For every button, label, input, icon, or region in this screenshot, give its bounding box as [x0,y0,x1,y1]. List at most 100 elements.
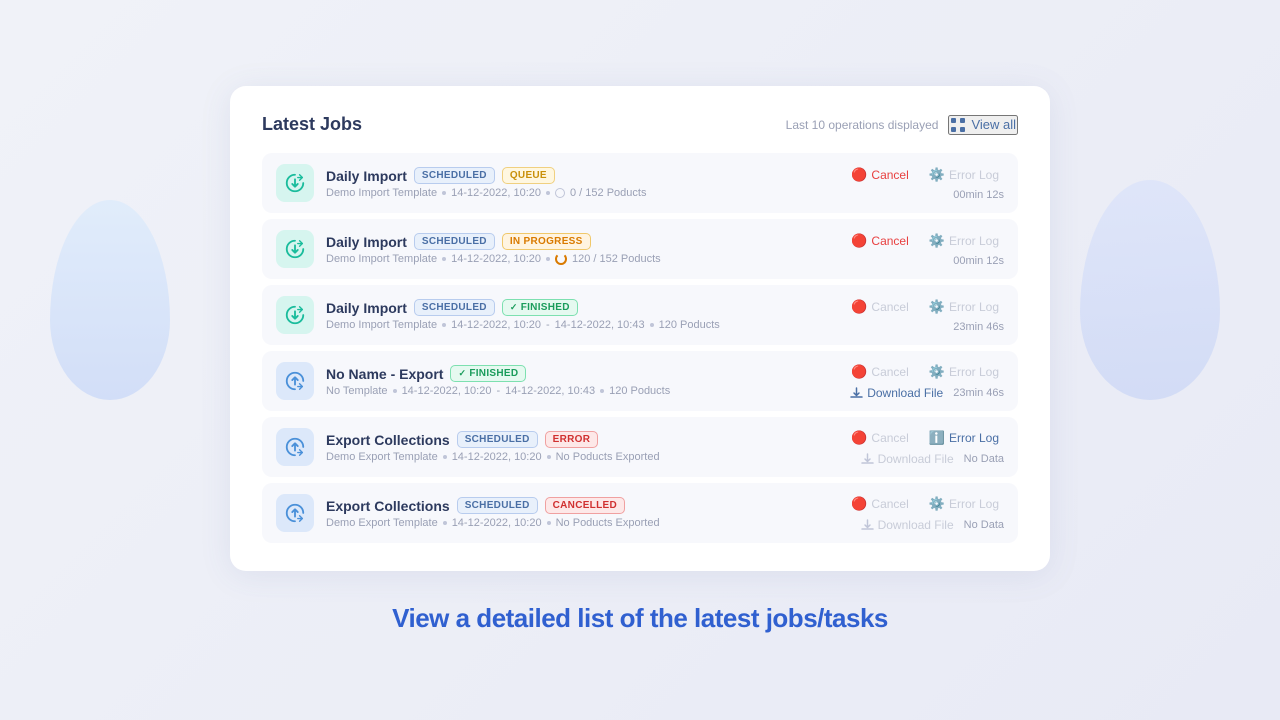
job-right: 🔴 Cancel ℹ️ Error Log Download File No D… [834,428,1004,466]
error-log-icon-disabled: ⚙️ [929,496,945,512]
job-right: 🔴 Cancel ⚙️ Error Log Download File No D… [834,494,1004,532]
job-row: Daily Import SCHEDULED IN PROGRESS Demo … [262,219,1018,279]
decorative-blob-left [50,200,170,400]
job-left: Daily Import SCHEDULED QUEUE Demo Import… [276,164,834,202]
job-left: Daily Import SCHEDULED ✓ FINISHED Demo I… [276,296,834,334]
error-log-icon-disabled: ⚙️ [929,233,945,249]
download-icon-disabled [861,519,874,532]
separator-dot2 [600,389,604,393]
job-time: 23min 46s [953,321,1004,333]
job-name: Daily Import [326,300,407,316]
download-label-disabled: Download File [878,452,954,466]
job-row: No Name - Export ✓ FINISHED No Template … [262,351,1018,411]
cancel-button[interactable]: 🔴 Cancel [846,165,914,185]
job-time: 23min 46s [953,387,1004,399]
separator-dot [443,455,447,459]
cancel-icon: 🔴 [851,299,867,315]
job-actions: 🔴 Cancel ℹ️ Error Log [846,428,1004,448]
download-button-disabled: Download File [861,518,954,532]
job-meta: Demo Import Template 14-12-2022, 10:20 1… [326,253,661,265]
download-button-disabled: Download File [861,452,954,466]
job-date: 14-12-2022, 10:20 [451,319,541,331]
download-button[interactable]: Download File [850,386,943,400]
job-list: Daily Import SCHEDULED QUEUE Demo Import… [262,153,1018,543]
job-date-separator: - [496,385,500,397]
cancel-icon: 🔴 [851,496,867,512]
cancel-button: 🔴 Cancel [846,297,914,317]
error-log-label: Error Log [949,234,999,248]
job-info: Daily Import SCHEDULED IN PROGRESS Demo … [326,233,661,265]
job-meta: Demo Import Template 14-12-2022, 10:20 -… [326,319,720,331]
card-title: Latest Jobs [262,114,362,135]
job-right: 🔴 Cancel ⚙️ Error Log 00min 12s [834,231,1004,267]
job-template: No Template [326,385,388,397]
job-secondary-actions: Download File No Data [861,452,1004,466]
job-progress-text: 120 Poducts [659,319,720,331]
job-secondary-actions: Download File No Data [861,518,1004,532]
job-name: Daily Import [326,168,407,184]
cancel-icon: 🔴 [851,233,867,249]
job-row: Daily Import SCHEDULED QUEUE Demo Import… [262,153,1018,213]
error-log-label: Error Log [949,365,999,379]
job-icon [276,164,314,202]
job-right: 🔴 Cancel ⚙️ Error Log Download File 23mi… [834,362,1004,400]
job-left: No Name - Export ✓ FINISHED No Template … [276,362,834,400]
job-info: No Name - Export ✓ FINISHED No Template … [326,365,670,397]
job-icon [276,230,314,268]
bottom-text: View a detailed list of the latest jobs/… [392,603,888,634]
view-all-button[interactable]: View all [948,115,1018,135]
job-date: 14-12-2022, 10:20 [451,253,541,265]
separator-dot2 [547,521,551,525]
cancel-button: 🔴 Cancel [846,428,914,448]
job-template: Demo Export Template [326,451,438,463]
cancel-icon: 🔴 [851,364,867,380]
job-progress-text: No Poducts Exported [556,517,660,529]
error-log-label: Error Log [949,497,999,511]
badge-error: ERROR [545,431,599,448]
separator-dot [442,257,446,261]
download-icon [850,387,863,400]
grid-icon [950,117,966,133]
badge-scheduled: SCHEDULED [414,233,495,250]
error-log-icon-disabled: ⚙️ [929,167,945,183]
job-template: Demo Import Template [326,253,437,265]
job-date: 14-12-2022, 10:20 [402,385,492,397]
error-log-button-disabled: ⚙️ Error Log [924,297,1004,317]
cancel-button: 🔴 Cancel [846,494,914,514]
separator-dot2 [546,257,550,261]
cancel-button[interactable]: 🔴 Cancel [846,231,914,251]
job-info: Export Collections SCHEDULED ERROR Demo … [326,431,660,463]
error-log-button-disabled: ⚙️ Error Log [924,231,1004,251]
job-actions: 🔴 Cancel ⚙️ Error Log [846,494,1004,514]
download-label: Download File [867,386,943,400]
job-info: Daily Import SCHEDULED ✓ FINISHED Demo I… [326,299,720,331]
job-info: Daily Import SCHEDULED QUEUE Demo Import… [326,167,646,199]
job-name: Export Collections [326,432,450,448]
job-icon [276,494,314,532]
job-progress-text: 0 / 152 Poducts [570,187,646,199]
job-row: Export Collections SCHEDULED CANCELLED D… [262,483,1018,543]
badge-finished: ✓ FINISHED [502,299,578,316]
error-log-label: Error Log [949,168,999,182]
separator-dot [393,389,397,393]
badge-inprogress: IN PROGRESS [502,233,591,250]
job-time: 00min 12s [953,189,1004,201]
cancel-button: 🔴 Cancel [846,362,914,382]
header-right: Last 10 operations displayed View all [786,115,1018,135]
error-log-label: Error Log [949,300,999,314]
job-row: Export Collections SCHEDULED ERROR Demo … [262,417,1018,477]
error-log-button[interactable]: ℹ️ Error Log [924,428,1004,448]
job-name: No Name - Export [326,366,443,382]
job-icon [276,428,314,466]
job-left: Daily Import SCHEDULED IN PROGRESS Demo … [276,230,834,268]
job-secondary-actions: 00min 12s [953,189,1004,201]
job-left: Export Collections SCHEDULED ERROR Demo … [276,428,834,466]
job-template: Demo Import Template [326,187,437,199]
job-secondary-actions: Download File 23min 46s [850,386,1004,400]
job-progress-text: 120 / 152 Poducts [572,253,661,265]
separator-dot [443,521,447,525]
job-date: 14-12-2022, 10:20 [452,451,542,463]
job-left: Export Collections SCHEDULED CANCELLED D… [276,494,834,532]
job-actions: 🔴 Cancel ⚙️ Error Log [846,231,1004,251]
badge-scheduled: SCHEDULED [414,167,495,184]
